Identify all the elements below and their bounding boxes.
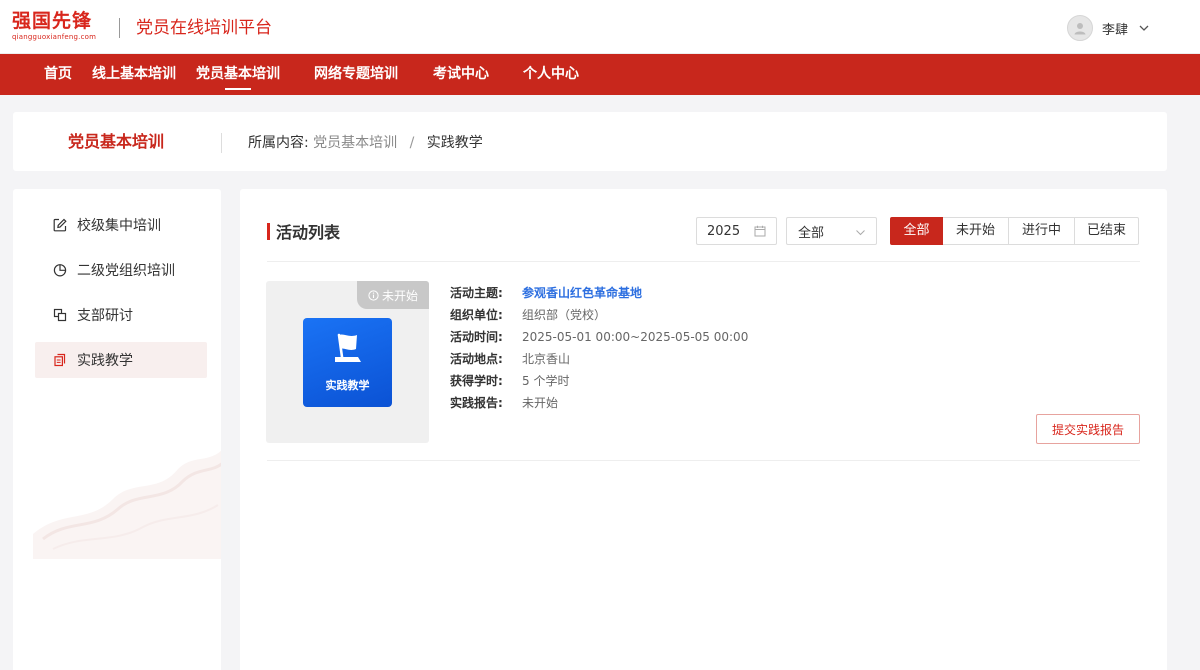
user-icon: [1074, 23, 1086, 35]
nav-item-online-basic-training[interactable]: 线上基本培训: [92, 54, 176, 95]
flag-icon: [335, 333, 361, 362]
breadcrumb-parent-link[interactable]: 党员基本培训: [313, 135, 397, 151]
detail-label: 组织单位:: [450, 308, 503, 322]
detail-value: 组织部（党校）: [522, 308, 607, 322]
year-picker[interactable]: 2025: [696, 217, 777, 245]
detail-row-organizer: 组织单位: 组织部（党校）: [450, 304, 748, 326]
breadcrumb-separator: /: [409, 135, 415, 151]
detail-label: 实践报告:: [450, 396, 503, 410]
detail-row-topic: 活动主题: 参观香山红色革命基地: [450, 282, 748, 304]
practice-teaching-tile: 实践教学: [303, 318, 392, 407]
detail-row-time: 活动时间: 2025-05-01 00:00~2025-05-05 00:00: [450, 326, 748, 348]
list-divider: [267, 460, 1140, 461]
sidebar-item-label: 实践教学: [77, 353, 133, 369]
detail-row-hours: 获得学时: 5 个学时: [450, 370, 748, 392]
site-logo[interactable]: 强国先锋 qiangguoxianfeng.com: [12, 10, 104, 44]
status-badge-label: 未开始: [381, 288, 418, 303]
detail-row-location: 活动地点: 北京香山: [450, 348, 748, 370]
activity-details: 活动主题: 参观香山红色革命基地 组织单位: 组织部（党校） 活动时间: 202…: [450, 282, 748, 414]
document-icon: [54, 353, 66, 367]
thumbnail-caption: 实践教学: [325, 379, 370, 392]
status-select-value: 全部: [798, 225, 825, 241]
activity-thumbnail[interactable]: 未开始 实践教学: [266, 281, 429, 443]
breadcrumb-prefix: 所属内容:: [248, 135, 309, 151]
calendar-icon: [754, 225, 766, 237]
filter-in-progress-button[interactable]: 进行中: [1009, 217, 1075, 245]
nav-item-personal-center[interactable]: 个人中心: [523, 54, 579, 95]
list-title: 活动列表: [267, 220, 340, 242]
top-header: 强国先锋 qiangguoxianfeng.com 党员在线培训平台 李肆: [0, 0, 1200, 54]
status-select[interactable]: 全部: [786, 217, 877, 245]
user-name[interactable]: 李肆: [1102, 19, 1128, 38]
detail-value: 未开始: [522, 396, 559, 410]
edit-icon: [53, 218, 67, 232]
list-divider: [267, 261, 1140, 262]
filter-not-started-button[interactable]: 未开始: [943, 217, 1009, 245]
sidebar-item-secondary-org-training[interactable]: 二级党组织培训: [35, 252, 207, 288]
copy-icon: [53, 308, 67, 322]
sidebar-item-label: 支部研讨: [77, 308, 133, 324]
detail-value: 北京香山: [522, 352, 571, 366]
status-filter-group: 全部 未开始 进行中 已结束: [890, 217, 1139, 245]
breadcrumb-card: 党员基本培训 所属内容: 党员基本培训 / 实践教学: [13, 112, 1167, 171]
submit-practice-report-button[interactable]: 提交实践报告: [1036, 414, 1140, 444]
pie-chart-icon: [53, 264, 67, 277]
sidebar-item-school-training[interactable]: 校级集中培训: [35, 207, 207, 243]
sidebar-item-label: 校级集中培训: [77, 218, 161, 234]
sidebar-item-practice-teaching[interactable]: 实践教学: [35, 342, 207, 378]
detail-label: 获得学时:: [450, 374, 503, 388]
activity-topic-link[interactable]: 参观香山红色革命基地: [522, 282, 642, 304]
detail-value: 2025-05-01 00:00~2025-05-05 00:00: [522, 330, 749, 344]
user-menu[interactable]: 李肆: [1066, 14, 1150, 42]
info-icon: [368, 289, 379, 301]
detail-row-report: 实践报告: 未开始: [450, 392, 748, 414]
filter-ended-button[interactable]: 已结束: [1075, 217, 1139, 245]
status-badge: 未开始: [357, 281, 429, 309]
nav-item-network-topic-training[interactable]: 网络专题培训: [314, 54, 398, 95]
nav-item-home[interactable]: 首页: [44, 54, 72, 95]
main-nav: 首页 线上基本培训 党员基本培训 网络专题培训 考试中心 个人中心: [0, 54, 1200, 95]
chevron-down-icon[interactable]: [1138, 22, 1150, 34]
breadcrumb-divider: [221, 133, 222, 153]
activity-list-panel: 活动列表 2025 全部 全部 未开始 进行中 已结束 未开始 实践教学 活动主…: [240, 189, 1167, 670]
logo-domain: qiangguoxianfeng.com: [12, 33, 97, 41]
year-picker-value: 2025: [707, 223, 741, 239]
sidebar-item-label: 二级党组织培训: [77, 263, 175, 279]
detail-label: 活动主题:: [450, 286, 503, 300]
detail-label: 活动时间:: [450, 330, 503, 344]
detail-value: 5 个学时: [522, 374, 570, 388]
nav-item-exam-center[interactable]: 考试中心: [433, 54, 489, 95]
breadcrumb-current: 实践教学: [426, 135, 483, 151]
breadcrumb: 所属内容: 党员基本培训 / 实践教学: [248, 133, 483, 153]
logo-text: 强国先锋: [12, 10, 93, 32]
sidebar-item-branch-discussion[interactable]: 支部研讨: [35, 297, 207, 333]
avatar[interactable]: [1066, 15, 1093, 41]
header-divider: [119, 18, 120, 38]
sidebar: 校级集中培训 二级党组织培训 支部研讨 实践教学: [13, 189, 221, 670]
decorative-great-wall-illustration: [33, 450, 221, 559]
section-title: 党员基本培训: [68, 132, 165, 151]
filter-all-button[interactable]: 全部: [890, 217, 943, 245]
nav-item-member-basic-training[interactable]: 党员基本培训: [196, 54, 280, 95]
platform-title: 党员在线培训平台: [136, 18, 272, 38]
chevron-down-icon: [856, 230, 865, 236]
detail-label: 活动地点:: [450, 352, 503, 366]
